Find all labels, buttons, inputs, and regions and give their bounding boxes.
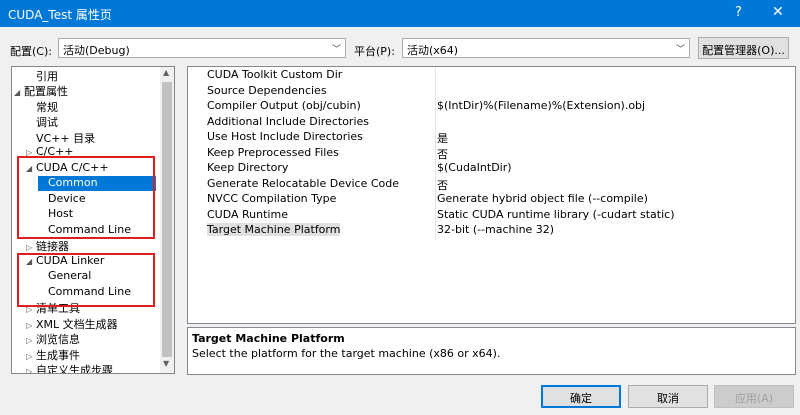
tree-item-browse-info[interactable]: ▷ 浏览信息	[26, 331, 80, 346]
property-row[interactable]: CUDA Runtime Static CUDA runtime library …	[188, 207, 795, 223]
platform-dropdown[interactable]: 活动(x64) ﹀	[402, 38, 690, 58]
expand-icon[interactable]: ▷	[26, 243, 36, 252]
tree-item-label: 引用	[36, 70, 58, 83]
property-name: CUDA Runtime	[207, 208, 288, 221]
property-row[interactable]: NVCC Compilation Type Generate hybrid obj…	[188, 191, 795, 207]
tree-item-custom-build-step[interactable]: ▷ 自定义生成步骤	[26, 362, 113, 374]
expand-icon[interactable]: ▷	[26, 336, 36, 345]
ok-button[interactable]: 确定	[541, 385, 621, 408]
tree-item-references[interactable]: 引用	[26, 68, 58, 83]
property-row[interactable]: Use Host Include Directories 是	[188, 129, 795, 146]
property-value[interactable]: $(IntDir)%(Filename)%(Extension).obj	[437, 99, 645, 112]
config-manager-label: 配置管理器(O)...	[702, 44, 785, 57]
cancel-button[interactable]: 取消	[628, 385, 708, 408]
property-row[interactable]: Compiler Output (obj/cubin) $(IntDir)%(Fi…	[188, 98, 795, 114]
expand-icon[interactable]: ◢	[14, 88, 24, 97]
property-name: NVCC Compilation Type	[207, 192, 337, 205]
property-row[interactable]: Additional Include Directories	[188, 114, 795, 130]
property-value[interactable]: 是	[437, 130, 448, 146]
tree-item-label: XML 文档生成器	[36, 318, 118, 331]
tree-item-xml-doc-generator[interactable]: ▷ XML 文档生成器	[26, 316, 118, 331]
tree-item-label: 浏览信息	[36, 333, 80, 346]
apply-button[interactable]: 应用(A)	[714, 385, 794, 408]
platform-value: 活动(x64)	[407, 44, 459, 57]
title-bar: CUDA_Test 属性页 ? ✕	[0, 0, 800, 27]
tree-item-label: 生成事件	[36, 349, 80, 362]
property-row[interactable]: Keep Preprocessed Files 否	[188, 145, 795, 161]
tree-item-label: 常规	[36, 101, 58, 114]
help-icon[interactable]: ?	[735, 5, 742, 20]
config-dropdown[interactable]: 活动(Debug) ﹀	[58, 38, 346, 58]
ok-label: 确定	[570, 392, 592, 405]
tree-item-label: 配置属性	[24, 85, 68, 98]
property-name: Generate Relocatable Device Code	[207, 177, 399, 190]
scroll-thumb[interactable]	[162, 82, 172, 357]
expand-icon[interactable]: ▷	[26, 352, 36, 361]
property-name: Use Host Include Directories	[207, 130, 363, 143]
property-grid[interactable]: CUDA Toolkit Custom Dir Source Dependenc…	[187, 66, 796, 324]
highlight-box-cuda-cpp	[17, 156, 155, 239]
config-label: 配置(C):	[10, 45, 52, 58]
tree-item-build-events[interactable]: ▷ 生成事件	[26, 347, 80, 362]
tree-item-label: 调试	[36, 116, 58, 129]
tree-item-config-properties[interactable]: ◢ 配置属性	[14, 83, 68, 98]
tree-item-label: 自定义生成步骤	[36, 364, 113, 374]
chevron-down-icon: ﹀	[331, 45, 341, 55]
tree-item-vc-directories[interactable]: VC++ 目录	[26, 130, 95, 145]
expand-icon[interactable]: ▷	[26, 321, 36, 330]
scroll-up-icon[interactable]: ▲	[163, 68, 169, 77]
property-name: CUDA Toolkit Custom Dir	[207, 68, 343, 81]
tree-item-debugging[interactable]: 调试	[26, 114, 58, 129]
description-title: Target Machine Platform	[192, 332, 345, 345]
apply-label: 应用(A)	[734, 392, 774, 405]
tree-scrollbar[interactable]: ▲ ▼	[160, 67, 174, 373]
close-icon[interactable]: ✕	[772, 4, 784, 20]
chevron-down-icon: ﹀	[675, 45, 685, 55]
property-name: Source Dependencies	[207, 84, 327, 97]
property-row[interactable]: Generate Relocatable Device Code 否	[188, 176, 795, 192]
tree-item-label: 链接器	[36, 240, 69, 253]
property-name: Additional Include Directories	[207, 115, 369, 128]
property-name: Compiler Output (obj/cubin)	[207, 99, 361, 112]
property-value[interactable]: 32-bit (--machine 32)	[437, 223, 554, 236]
highlight-box-cuda-linker	[17, 253, 155, 307]
platform-label: 平台(P):	[354, 45, 395, 58]
property-row[interactable]: Keep Directory $(CudaIntDir)	[188, 160, 795, 176]
property-name: Keep Directory	[207, 161, 289, 174]
property-row-selected[interactable]: Target Machine Platform 32-bit (--machine…	[188, 222, 795, 238]
tree-item-general[interactable]: 常规	[26, 99, 58, 114]
property-value[interactable]: $(CudaIntDir)	[437, 161, 512, 174]
description-text: Select the platform for the target machi…	[192, 347, 501, 360]
property-value[interactable]: Static CUDA runtime library (-cudart sta…	[437, 208, 675, 221]
window-title: CUDA_Test 属性页	[8, 8, 112, 22]
property-row[interactable]: Source Dependencies	[188, 83, 795, 99]
description-panel: Target Machine Platform Select the platf…	[187, 327, 796, 375]
property-name: Keep Preprocessed Files	[207, 146, 339, 159]
tree-item-linker[interactable]: ▷ 链接器	[26, 238, 69, 253]
config-manager-button[interactable]: 配置管理器(O)...	[698, 37, 789, 59]
config-value: 活动(Debug)	[63, 44, 130, 57]
property-row[interactable]: CUDA Toolkit Custom Dir	[188, 67, 795, 83]
property-value[interactable]: Generate hybrid object file (--compile)	[437, 192, 648, 205]
tree-item-label: VC++ 目录	[36, 132, 96, 145]
expand-icon[interactable]: ▷	[26, 367, 36, 373]
property-name: Target Machine Platform	[207, 223, 341, 236]
scroll-down-icon[interactable]: ▼	[163, 359, 169, 368]
cancel-label: 取消	[657, 392, 679, 405]
